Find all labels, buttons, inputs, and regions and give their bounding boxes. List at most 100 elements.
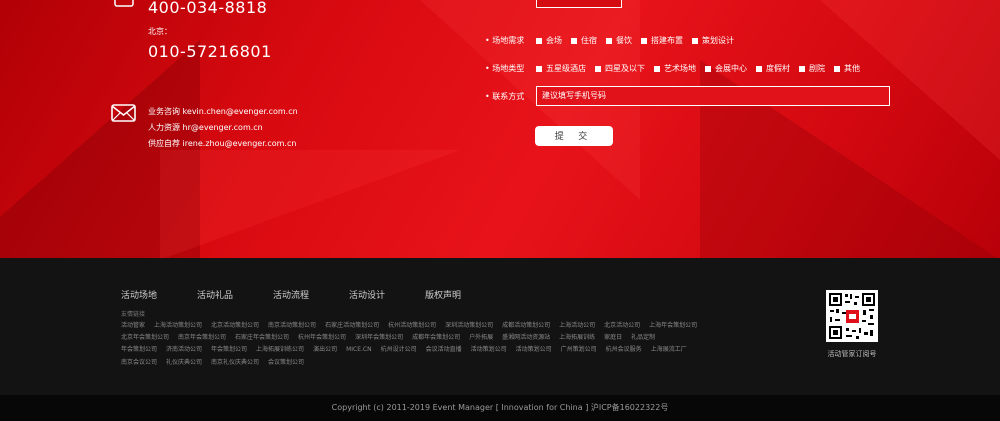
friend-links-row: 北京年会策划公司 南京年会策划公司 石家庄年会策划公司 杭州年会策划公司 深圳年会策划公… <box>121 332 741 344</box>
submit-button[interactable]: 提 交 <box>535 126 613 146</box>
copyright-bar: Copyright (c) 2011-2019 Event Manager [ … <box>0 395 1000 421</box>
venue-type-checkbox[interactable]: 度假村 <box>756 63 790 74</box>
email-row: 供应自荐 irene.zhou@evenger.com.cn <box>148 138 296 149</box>
venue-type-checkbox[interactable]: 艺术场地 <box>654 63 696 74</box>
venue-need-checkbox[interactable]: 策划设计 <box>692 35 734 46</box>
friend-link[interactable]: 广州策划公司 <box>561 346 597 353</box>
friend-link[interactable]: 礼品定制 <box>631 334 655 341</box>
qr-code <box>826 290 878 342</box>
venue-type-checkbox[interactable]: 其他 <box>834 63 860 74</box>
friend-link[interactable]: 成都年会策划公司 <box>412 334 460 341</box>
checkbox-icon[interactable] <box>536 37 542 44</box>
friend-link[interactable]: 北京活动策划公司 <box>211 322 259 329</box>
friend-link[interactable]: 杭州会议服务 <box>606 346 642 353</box>
friend-link[interactable]: 北京年会策划公司 <box>121 334 169 341</box>
footer-nav-venue[interactable]: 活动场地 <box>121 288 157 301</box>
venue-need-checkbox[interactable]: 搭建布置 <box>641 35 683 46</box>
friend-link[interactable]: 石家庄年会策划公司 <box>235 334 289 341</box>
friend-links-row: 年会策划公司 济南活动公司 年会策划公司 上海拓展训练公司 演出公司 MICE.CN 杭州设… <box>121 344 741 356</box>
venue-need-checkbox[interactable]: 餐饮 <box>606 35 632 46</box>
friend-link[interactable]: 南京会议公司 <box>121 359 157 366</box>
friend-link[interactable]: 南京年会策划公司 <box>178 334 226 341</box>
checkbox-icon[interactable] <box>654 65 660 72</box>
checkbox-icon[interactable] <box>692 37 698 44</box>
venue-type-checkbox[interactable]: 会展中心 <box>705 63 747 74</box>
checkbox-icon[interactable] <box>536 65 542 72</box>
friend-link[interactable]: 深圳活动策划公司 <box>445 322 493 329</box>
phone-beijing: 010-57216801 <box>148 42 272 61</box>
contact-section: 400-034-8818 北京： 010-57216801 业务咨询 kevin… <box>0 0 1000 258</box>
friend-link[interactable]: 上海年会策划公司 <box>649 322 697 329</box>
checkbox-icon[interactable] <box>799 65 805 72</box>
friend-link[interactable]: 南京活动策划公司 <box>268 322 316 329</box>
friend-link[interactable]: 上海拓展训练 <box>559 334 595 341</box>
friend-link[interactable]: 家庭日 <box>604 334 622 341</box>
checkbox-icon[interactable] <box>571 37 577 44</box>
email-value[interactable]: irene.zhou@evenger.com.cn <box>183 139 297 148</box>
email-row: 业务咨询 kevin.chen@evenger.com.cn <box>148 106 298 117</box>
email-value[interactable]: kevin.chen@evenger.com.cn <box>183 107 298 116</box>
friend-link[interactable]: 户外拓展 <box>469 334 493 341</box>
friend-link[interactable]: 会议活动直播 <box>426 346 462 353</box>
friend-link[interactable]: 活动策划公司 <box>471 346 507 353</box>
copyright-text: Copyright (c) 2011-2019 Event Manager [ … <box>331 403 669 412</box>
checkbox-icon[interactable] <box>756 65 762 72</box>
venue-type-checkbox[interactable]: 五星级酒店 <box>536 63 586 74</box>
bg-facet <box>820 0 1000 160</box>
footer-nav-gifts[interactable]: 活动礼品 <box>197 288 233 301</box>
friend-link[interactable]: 上海活动策划公司 <box>154 322 202 329</box>
footer-nav-process[interactable]: 活动流程 <box>273 288 309 301</box>
footer-nav-copyright[interactable]: 版权声明 <box>425 288 461 301</box>
friend-link[interactable]: 上海拓展训练公司 <box>256 346 304 353</box>
venue-type-options: 五星级酒店 四星及以下 艺术场地 会展中心 度假村 剧院 其他 <box>536 63 860 74</box>
venue-need-options: 会场 住宿 餐饮 搭建布置 策划设计 <box>536 35 734 46</box>
friend-link[interactable]: 盛湘网活动资源站 <box>502 334 550 341</box>
form-select-top[interactable] <box>536 0 622 8</box>
checkbox-icon[interactable] <box>606 37 612 44</box>
friend-link[interactable]: MICE.CN <box>346 346 372 353</box>
friend-link[interactable]: 济南活动公司 <box>166 346 202 353</box>
venue-need-checkbox[interactable]: 会场 <box>536 35 562 46</box>
qr-caption: 活动管家订阅号 <box>827 350 877 358</box>
friend-links-row: 活动管家 上海活动策划公司 北京活动策划公司 南京活动策划公司 石家庄活动策划公司 杭州活… <box>121 320 741 332</box>
phone-input[interactable]: 建议填写手机号码 <box>536 86 890 106</box>
friend-link[interactable]: 石家庄活动策划公司 <box>325 322 379 329</box>
friend-link[interactable]: 上海展流工厂 <box>651 346 687 353</box>
qr-code-icon <box>826 290 878 342</box>
venue-need-label: • 场地需求 <box>485 36 525 45</box>
friend-link[interactable]: 北京活动公司 <box>604 322 640 329</box>
friend-link[interactable]: 礼仪庆典公司 <box>166 359 202 366</box>
phone-icon <box>114 0 134 7</box>
friend-link[interactable]: 南京礼仪庆典公司 <box>211 359 259 366</box>
friend-link[interactable]: 深圳年会策划公司 <box>355 334 403 341</box>
footer-nav-design[interactable]: 活动设计 <box>349 288 385 301</box>
friend-links: 活动管家 上海活动策划公司 北京活动策划公司 南京活动策划公司 石家庄活动策划公司 杭州活… <box>121 320 741 369</box>
contact-method-label: • 联系方式 <box>485 92 525 101</box>
email-value[interactable]: hr@evenger.com.cn <box>183 123 263 132</box>
footer: 活动场地 活动礼品 活动流程 活动设计 版权声明 友情链接 活动管家 上海活动策划… <box>0 258 1000 395</box>
checkbox-icon[interactable] <box>641 37 647 44</box>
email-label: 供应自荐 <box>148 139 180 148</box>
friend-link[interactable]: 杭州设计公司 <box>381 346 417 353</box>
friend-link[interactable]: 活动策划公司 <box>516 346 552 353</box>
friend-link[interactable]: 演出公司 <box>313 346 337 353</box>
friend-link[interactable]: 成都活动策划公司 <box>502 322 550 329</box>
friend-link[interactable]: 杭州活动策划公司 <box>388 322 436 329</box>
email-label: 业务咨询 <box>148 107 180 116</box>
venue-type-checkbox[interactable]: 剧院 <box>799 63 825 74</box>
beijing-label: 北京： <box>148 27 172 36</box>
friend-link[interactable]: 会议策划公司 <box>268 359 304 366</box>
checkbox-icon[interactable] <box>595 65 601 72</box>
friend-link[interactable]: 活动管家 <box>121 322 145 329</box>
checkbox-icon[interactable] <box>834 65 840 72</box>
friend-link[interactable]: 杭州年会策划公司 <box>298 334 346 341</box>
checkbox-icon[interactable] <box>705 65 711 72</box>
bg-facet <box>160 150 460 258</box>
email-row: 人力资源 hr@evenger.com.cn <box>148 122 263 133</box>
friend-link[interactable]: 年会策划公司 <box>121 346 157 353</box>
friend-link[interactable]: 年会策划公司 <box>211 346 247 353</box>
mail-icon <box>111 104 136 122</box>
friend-link[interactable]: 上海活动公司 <box>559 322 595 329</box>
venue-type-checkbox[interactable]: 四星及以下 <box>595 63 645 74</box>
venue-need-checkbox[interactable]: 住宿 <box>571 35 597 46</box>
